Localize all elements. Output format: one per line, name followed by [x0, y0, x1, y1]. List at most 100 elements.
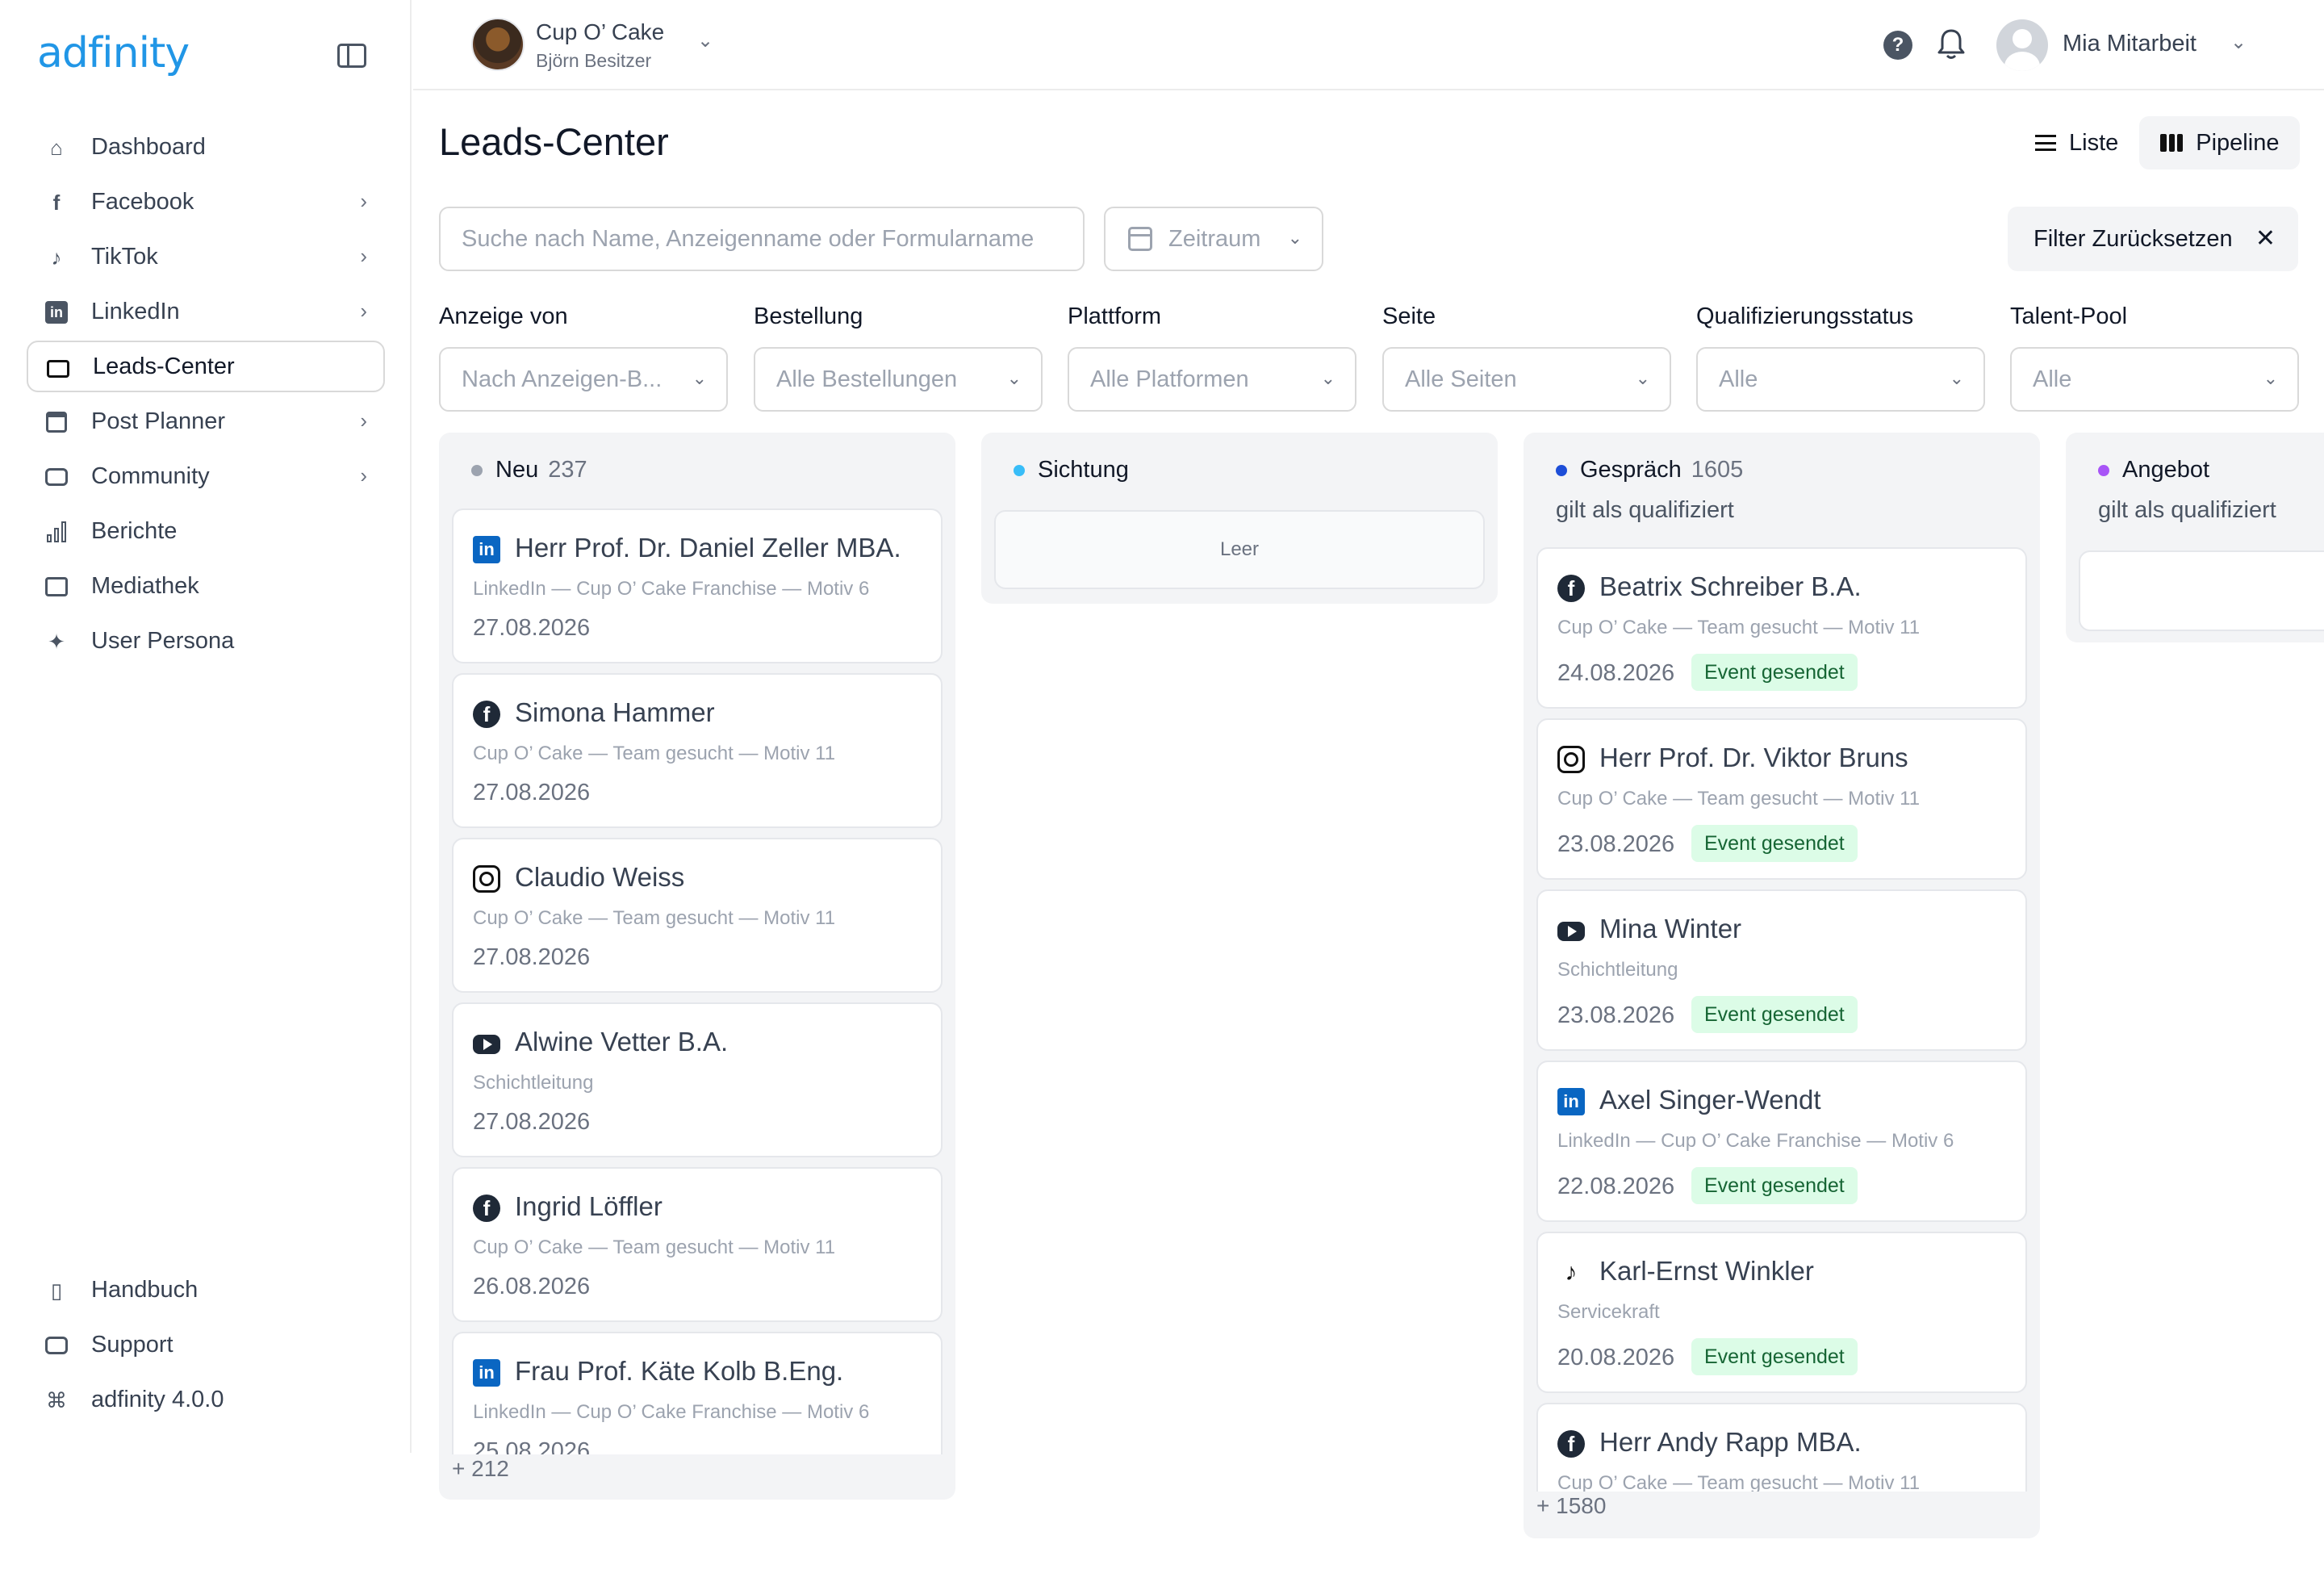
filter-label: Anzeige von: [439, 303, 568, 329]
help-icon[interactable]: ?: [1883, 31, 1912, 60]
lead-card[interactable]: Claudio Weiss Cup O’ Cake — Team gesucht …: [452, 838, 943, 993]
filter-value: Alle Bestellungen: [776, 366, 958, 392]
sidebar-item-label: Post Planner: [91, 408, 226, 434]
reset-filters-label: Filter Zurücksetzen: [2034, 225, 2233, 252]
daterange-picker[interactable]: Zeitraum ⌄: [1104, 207, 1323, 271]
pipeline-column-angebot: Angebot gilt als qualifiziert: [2066, 433, 2324, 642]
more-count[interactable]: + 1580: [1536, 1493, 1606, 1519]
adfinity-logo[interactable]: adfinity: [37, 29, 190, 77]
lead-card[interactable]: ♪ Karl-Ernst Winkler Servicekraft 20.08.202…: [1536, 1232, 2027, 1393]
status-dot: [471, 465, 483, 476]
youtube-icon: [473, 1035, 500, 1054]
id-card-icon: [46, 357, 70, 381]
filter-plattform: Plattform Alle Platformen ⌄: [1068, 303, 1356, 412]
more-count[interactable]: + 212: [452, 1456, 509, 1482]
linkedin-icon: in: [473, 1359, 500, 1387]
lead-card[interactable]: Alwine Vetter B.A. Schichtleitung 27.08.20…: [452, 1002, 943, 1157]
pipeline-column-neu: Neu 237 in Herr Prof. Dr. Daniel Zeller M…: [439, 433, 955, 1500]
user-name: Mia Mitarbeit: [2063, 31, 2197, 56]
lead-source: LinkedIn — Cup O’ Cake Franchise — Motiv…: [473, 1401, 870, 1423]
brand-name: Cup O’ Cake: [536, 19, 665, 44]
sidebar-item-tiktok[interactable]: ♪ TikTok ›: [27, 231, 385, 282]
view-pipeline-button[interactable]: Pipeline: [2139, 116, 2301, 169]
sidebar-item-label: Support: [91, 1331, 173, 1358]
sidebar-item-mediathek[interactable]: Mediathek: [27, 560, 385, 612]
lead-source: Schichtleitung: [473, 1072, 594, 1094]
filter-value: Nach Anzeigen-B...: [462, 366, 663, 392]
filter-select[interactable]: Alle Platformen ⌄: [1068, 347, 1356, 412]
filter-bestellung: Bestellung Alle Bestellungen ⌄: [754, 303, 1043, 412]
lead-name: Alwine Vetter B.A.: [515, 1027, 729, 1057]
lead-date: 24.08.2026: [1557, 660, 1675, 686]
filter-select[interactable]: Alle ⌄: [2010, 347, 2299, 412]
lead-card[interactable]: in Frau Prof. Käte Kolb B.Eng. LinkedIn — …: [452, 1332, 943, 1454]
linkedin-icon: in: [44, 300, 69, 324]
support-chat-icon: [44, 1333, 69, 1358]
lead-source: Schichtleitung: [1557, 959, 1678, 981]
lead-card[interactable]: f Simona Hammer Cup O’ Cake — Team gesucht…: [452, 673, 943, 828]
filter-select[interactable]: Alle Seiten ⌄: [1382, 347, 1671, 412]
search-input[interactable]: [439, 207, 1085, 271]
filter-select[interactable]: Nach Anzeigen-B... ⌄: [439, 347, 728, 412]
sidebar-item-linkedin[interactable]: in LinkedIn ›: [27, 286, 385, 337]
sidebar-item-label: TikTok: [91, 243, 158, 270]
lead-name: Frau Prof. Käte Kolb B.Eng.: [515, 1356, 844, 1386]
sidebar-item-label: Leads-Center: [93, 353, 235, 379]
sidebar-bottom-nav: ▯ Handbuch Support ⌘ adfinity 4.0.0: [27, 1264, 385, 1429]
sidebar-item-dashboard[interactable]: ⌂ Dashboard: [27, 121, 385, 173]
lead-source: Cup O’ Cake — Team gesucht — Motiv 11: [1557, 1472, 1921, 1492]
lead-card[interactable]: in Herr Prof. Dr. Daniel Zeller MBA. Linke…: [452, 508, 943, 663]
column-count: 1605: [1691, 457, 1744, 483]
calendar-icon: [1128, 227, 1152, 251]
sidebar-item-post-planner[interactable]: Post Planner ›: [27, 395, 385, 447]
sidebar-item-user-persona[interactable]: ✦ User Persona: [27, 615, 385, 667]
lead-card[interactable]: f Beatrix Schreiber B.A. Cup O’ Cake — Tea…: [1536, 547, 2027, 709]
lead-card[interactable]: in Axel Singer-Wendt LinkedIn — Cup O’ Cak…: [1536, 1061, 2027, 1222]
brand-avatar: [471, 18, 525, 71]
lead-card[interactable]: [2079, 550, 2324, 631]
sidebar-item-facebook[interactable]: f Facebook ›: [27, 176, 385, 228]
sidebar-toggle-icon[interactable]: [337, 44, 366, 68]
status-badge: Event gesendet: [1691, 1167, 1858, 1204]
reset-filters-button[interactable]: Filter Zurücksetzen ✕: [2008, 207, 2298, 271]
column-title: Angebot: [2122, 457, 2210, 483]
sidebar-item-support[interactable]: Support: [27, 1319, 385, 1370]
sidebar-item-leads-center[interactable]: Leads-Center: [27, 341, 385, 392]
view-list-button[interactable]: Liste: [2014, 116, 2139, 169]
sidebar-item-handbuch[interactable]: ▯ Handbuch: [27, 1264, 385, 1316]
sparkles-icon: ✦: [48, 629, 65, 654]
lead-card[interactable]: f Herr Andy Rapp MBA. Cup O’ Cake — Team g…: [1536, 1403, 2027, 1492]
linkedin-icon: in: [473, 536, 500, 563]
lead-card[interactable]: Herr Prof. Dr. Viktor Bruns Cup O’ Cake —…: [1536, 718, 2027, 880]
lead-date: 27.08.2026: [473, 1109, 591, 1135]
lead-card[interactable]: f Ingrid Löffler Cup O’ Cake — Team gesuch…: [452, 1167, 943, 1322]
chevron-right-icon: ›: [360, 244, 367, 268]
column-title: Gespräch: [1580, 457, 1682, 483]
sidebar-item-berichte[interactable]: Berichte: [27, 505, 385, 557]
sidebar-item-version[interactable]: ⌘ adfinity 4.0.0: [27, 1374, 385, 1425]
lead-source: Cup O’ Cake — Team gesucht — Motiv 11: [473, 743, 836, 764]
pipeline-column-gespraech: Gespräch 1605 gilt als qualifiziert f Bea…: [1524, 433, 2040, 1538]
lead-name: Herr Prof. Dr. Daniel Zeller MBA.: [515, 533, 901, 563]
column-subtitle: gilt als qualifiziert: [1556, 497, 1734, 523]
filter-anzeige-von: Anzeige von Nach Anzeigen-B... ⌄: [439, 303, 728, 412]
lead-name: Beatrix Schreiber B.A.: [1599, 571, 1862, 601]
view-toggle: Liste Pipeline: [2014, 116, 2301, 169]
facebook-icon: f: [1557, 575, 1585, 602]
bell-icon[interactable]: [1935, 27, 1967, 61]
pipeline-column-sichtung: Sichtung Leer: [981, 433, 1498, 604]
filter-label: Talent-Pool: [2010, 303, 2128, 329]
chevron-down-icon: ⌄: [1287, 228, 1302, 248]
lead-card[interactable]: Mina Winter Schichtleitung 23.08.2026 Event…: [1536, 889, 2027, 1051]
empty-placeholder: Leer: [994, 510, 1485, 589]
calendar-icon: [44, 410, 69, 434]
sidebar-nav: ⌂ Dashboard f Facebook › ♪ TikTok › in LinkedI…: [27, 121, 385, 670]
filter-select[interactable]: Alle Bestellungen ⌄: [754, 347, 1043, 412]
facebook-icon: f: [52, 190, 61, 215]
sidebar-item-label: Facebook: [91, 188, 194, 215]
chevron-down-icon: ⌄: [2263, 368, 2278, 388]
filter-select[interactable]: Alle ⌄: [1696, 347, 1985, 412]
sidebar-item-community[interactable]: Community ›: [27, 450, 385, 502]
linkedin-icon: in: [1557, 1088, 1585, 1115]
status-dot: [1014, 465, 1025, 476]
